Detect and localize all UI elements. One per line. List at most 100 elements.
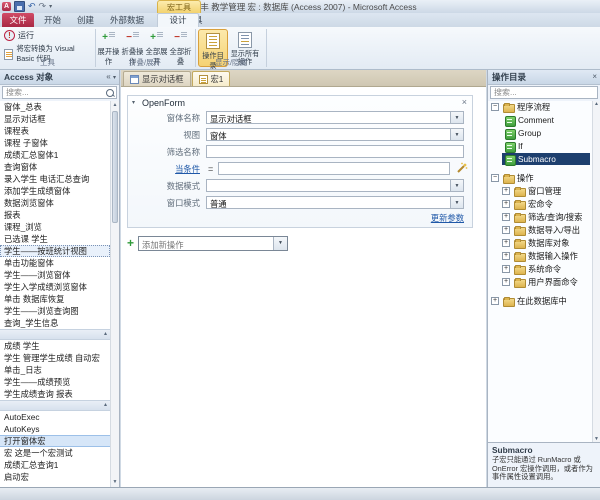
tree-item-系统命令[interactable]: +系统命令 [488, 263, 592, 276]
tree-root-在此数据库中[interactable]: +在此数据库中 [488, 295, 592, 308]
update-parameters-link[interactable]: 更新参数 [431, 212, 464, 224]
navigation-pane-header[interactable]: Access 对象 « ▾ [0, 70, 119, 85]
nav-object-item[interactable]: 数据浏览窗体 [0, 197, 110, 209]
close-pane-icon[interactable]: × [592, 72, 597, 81]
expand-box-icon[interactable]: + [502, 226, 510, 234]
nav-object-item[interactable]: 添加学生成绩窗体 [0, 185, 110, 197]
argument-combo[interactable]: 窗体▼ [206, 128, 464, 141]
nav-object-item[interactable]: 单击 数据库恢复 [0, 293, 110, 305]
document-tab-显示对话框[interactable]: 显示对话框 [123, 71, 191, 86]
nav-object-item[interactable]: 课程_浏览 [0, 221, 110, 233]
tree-item-用户界面命令[interactable]: +用户界面命令 [488, 276, 592, 289]
nav-object-item[interactable]: 打开窗体宏 [0, 435, 110, 447]
macro-designer-canvas[interactable]: ▾ OpenForm × 窗体名称显示对话框▼视图窗体▼筛选名称当条件=数据模式… [121, 87, 486, 487]
tree-item-宏命令[interactable]: +宏命令 [488, 198, 592, 211]
tree-item-数据库对象[interactable]: +数据库对象 [488, 237, 592, 250]
argument-combo[interactable]: 显示对话框▼ [206, 111, 464, 124]
nav-object-item[interactable]: 报表 [0, 209, 110, 221]
nav-object-item[interactable]: 学生入学成绩浏览窗体 [0, 281, 110, 293]
expand-box-icon[interactable]: + [491, 297, 499, 305]
dropdown-arrow-icon[interactable]: ▼ [450, 112, 463, 123]
nav-object-item[interactable]: 学生 管理学生成绩 自动宏 [0, 352, 110, 364]
nav-object-item[interactable]: 窗体_总表 [0, 101, 110, 113]
folder-icon [503, 298, 515, 307]
tree-item-If[interactable]: If [488, 140, 592, 153]
shutter-bar-icon[interactable]: « [106, 72, 110, 81]
expand-box-icon[interactable]: + [502, 187, 510, 195]
collapse-box-icon[interactable]: − [491, 103, 499, 111]
nav-object-item[interactable]: 已选课 学生 [0, 233, 110, 245]
catalog-search-input[interactable]: 搜索... [490, 86, 598, 99]
nav-object-item[interactable]: 学生——浏览窗体 [0, 269, 110, 281]
nav-object-item[interactable]: 成绩 学生 [0, 340, 110, 352]
expand-box-icon[interactable]: + [502, 252, 510, 260]
tree-item-Comment[interactable]: Comment [488, 114, 592, 127]
nav-menu-caret-icon[interactable]: ▾ [113, 75, 116, 81]
action-name: OpenForm [142, 96, 185, 110]
scroll-up-icon[interactable]: ▲ [111, 101, 119, 110]
nav-object-item[interactable]: 学生——按班统计视图 [0, 245, 110, 257]
delete-action-icon[interactable]: × [462, 96, 467, 109]
ribbon-tab-0[interactable]: 开始 [36, 13, 69, 27]
dropdown-arrow-icon[interactable]: ▼ [450, 129, 463, 140]
nav-object-item[interactable]: AutoKeys [0, 423, 110, 435]
tree-item-窗口管理[interactable]: +窗口管理 [488, 185, 592, 198]
expression-builder-wand-icon[interactable] [455, 162, 468, 175]
argument-combo[interactable]: 普通▼ [206, 196, 464, 209]
nav-object-item[interactable]: 查询窗体 [0, 161, 110, 173]
folder-icon [514, 279, 526, 288]
scroll-up-icon[interactable]: ▲ [593, 101, 600, 107]
argument-combo[interactable]: ▼ [206, 179, 464, 192]
nav-object-item[interactable]: 录入学生 电话汇总查询 [0, 173, 110, 185]
expand-box-icon[interactable]: + [502, 265, 510, 273]
ribbon-tab-1[interactable]: 创建 [69, 13, 102, 27]
collapse-box-icon[interactable]: − [491, 174, 499, 182]
argument-text-input[interactable] [206, 145, 464, 158]
tree-item-数据输入操作[interactable]: +数据输入操作 [488, 250, 592, 263]
nav-object-item[interactable]: 显示对话框 [0, 113, 110, 125]
nav-group-header[interactable]: ▴ [0, 400, 110, 411]
nav-object-item[interactable]: 课程表 [0, 125, 110, 137]
add-new-action-combo[interactable]: 添加新操作 ▼ [138, 236, 288, 251]
expand-box-icon[interactable]: + [502, 239, 510, 247]
expand-box-icon[interactable]: + [502, 200, 510, 208]
dropdown-arrow-icon[interactable]: ▼ [450, 197, 463, 208]
nav-group-header[interactable]: ▴ [0, 329, 110, 340]
catalog-scrollbar[interactable]: ▲ ▼ [592, 101, 600, 442]
tree-root-程序流程[interactable]: −程序流程 [488, 101, 592, 114]
tree-item-数据导入/导出[interactable]: +数据导入/导出 [488, 224, 592, 237]
nav-object-item[interactable]: 单击_日志 [0, 364, 110, 376]
tree-item-筛选/查询/搜索[interactable]: +筛选/查询/搜索 [488, 211, 592, 224]
nav-search-input[interactable]: 搜索... [2, 86, 117, 99]
nav-object-item[interactable]: 学生——浏览查询图 [0, 305, 110, 317]
nav-object-item[interactable]: 查询_学生信息 [0, 317, 110, 329]
nav-object-item[interactable]: AutoExec [0, 411, 110, 423]
nav-object-item[interactable]: 学生——成绩预览 [0, 376, 110, 388]
run-button[interactable]: ! 运行 [4, 30, 34, 41]
scroll-thumb[interactable] [112, 111, 118, 223]
expand-box-icon[interactable]: + [502, 278, 510, 286]
expand-box-icon[interactable]: + [502, 213, 510, 221]
nav-object-item[interactable]: 课程 子窗体 [0, 137, 110, 149]
scroll-down-icon[interactable]: ▼ [111, 478, 119, 487]
collapse-action-icon[interactable]: ▾ [132, 96, 135, 110]
nav-object-item[interactable]: 单击功能窗体 [0, 257, 110, 269]
nav-scrollbar[interactable]: ▲ ▼ [110, 101, 119, 487]
argument-label[interactable]: 当条件 [128, 163, 200, 175]
tree-item-Group[interactable]: Group [488, 127, 592, 140]
dropdown-arrow-icon[interactable]: ▼ [450, 180, 463, 191]
nav-object-item[interactable]: 成绩汇总窗体1 [0, 149, 110, 161]
nav-object-item[interactable]: 启动宏 [0, 471, 110, 483]
file-tab[interactable]: 文件 [2, 13, 34, 27]
tree-root-操作[interactable]: −操作 [488, 172, 592, 185]
nav-object-item[interactable]: 学生成绩查询 报表 [0, 388, 110, 400]
document-tab-宏1[interactable]: 宏1 [192, 71, 231, 86]
tab-design[interactable]: 设计 [157, 13, 199, 27]
dropdown-arrow-icon[interactable]: ▼ [273, 237, 287, 250]
nav-object-item[interactable]: 宏 这是一个宏测试 [0, 447, 110, 459]
nav-object-item[interactable]: 成绩汇总查询1 [0, 459, 110, 471]
where-condition-input[interactable] [218, 162, 450, 175]
tree-item-Submacro[interactable]: Submacro [488, 153, 592, 166]
ribbon-tab-2[interactable]: 外部数据 [102, 13, 152, 27]
ribbon-group-collapse-expand: + 展开操作 − 折叠操作 + 全部展开 − 全部折叠 折叠/展开 [96, 27, 194, 69]
